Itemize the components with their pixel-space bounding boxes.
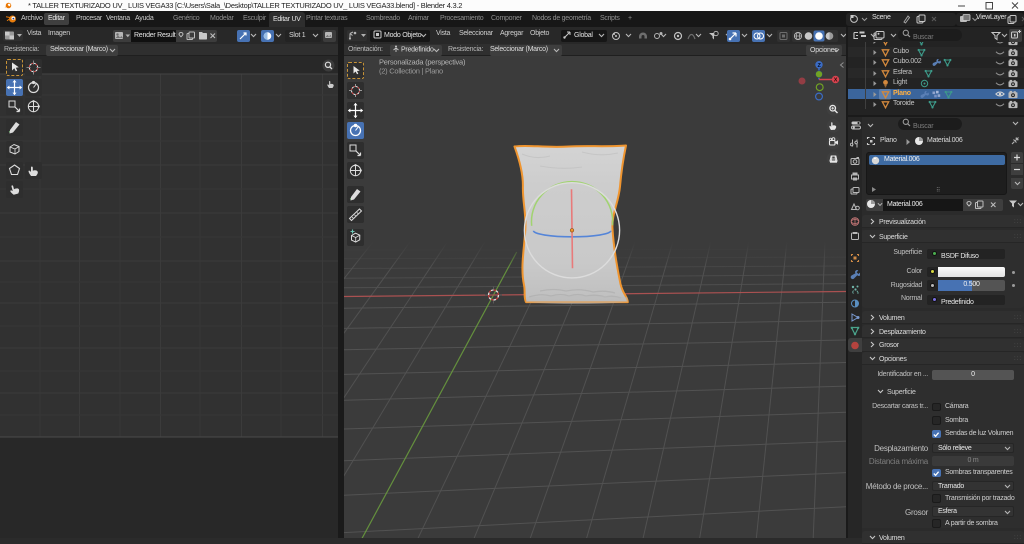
svg-text:(2) Collection | Plano: (2) Collection | Plano: [379, 67, 443, 76]
svg-text:X: X: [834, 78, 838, 84]
svg-text:Personalizada (perspectiva): Personalizada (perspectiva): [379, 58, 466, 67]
